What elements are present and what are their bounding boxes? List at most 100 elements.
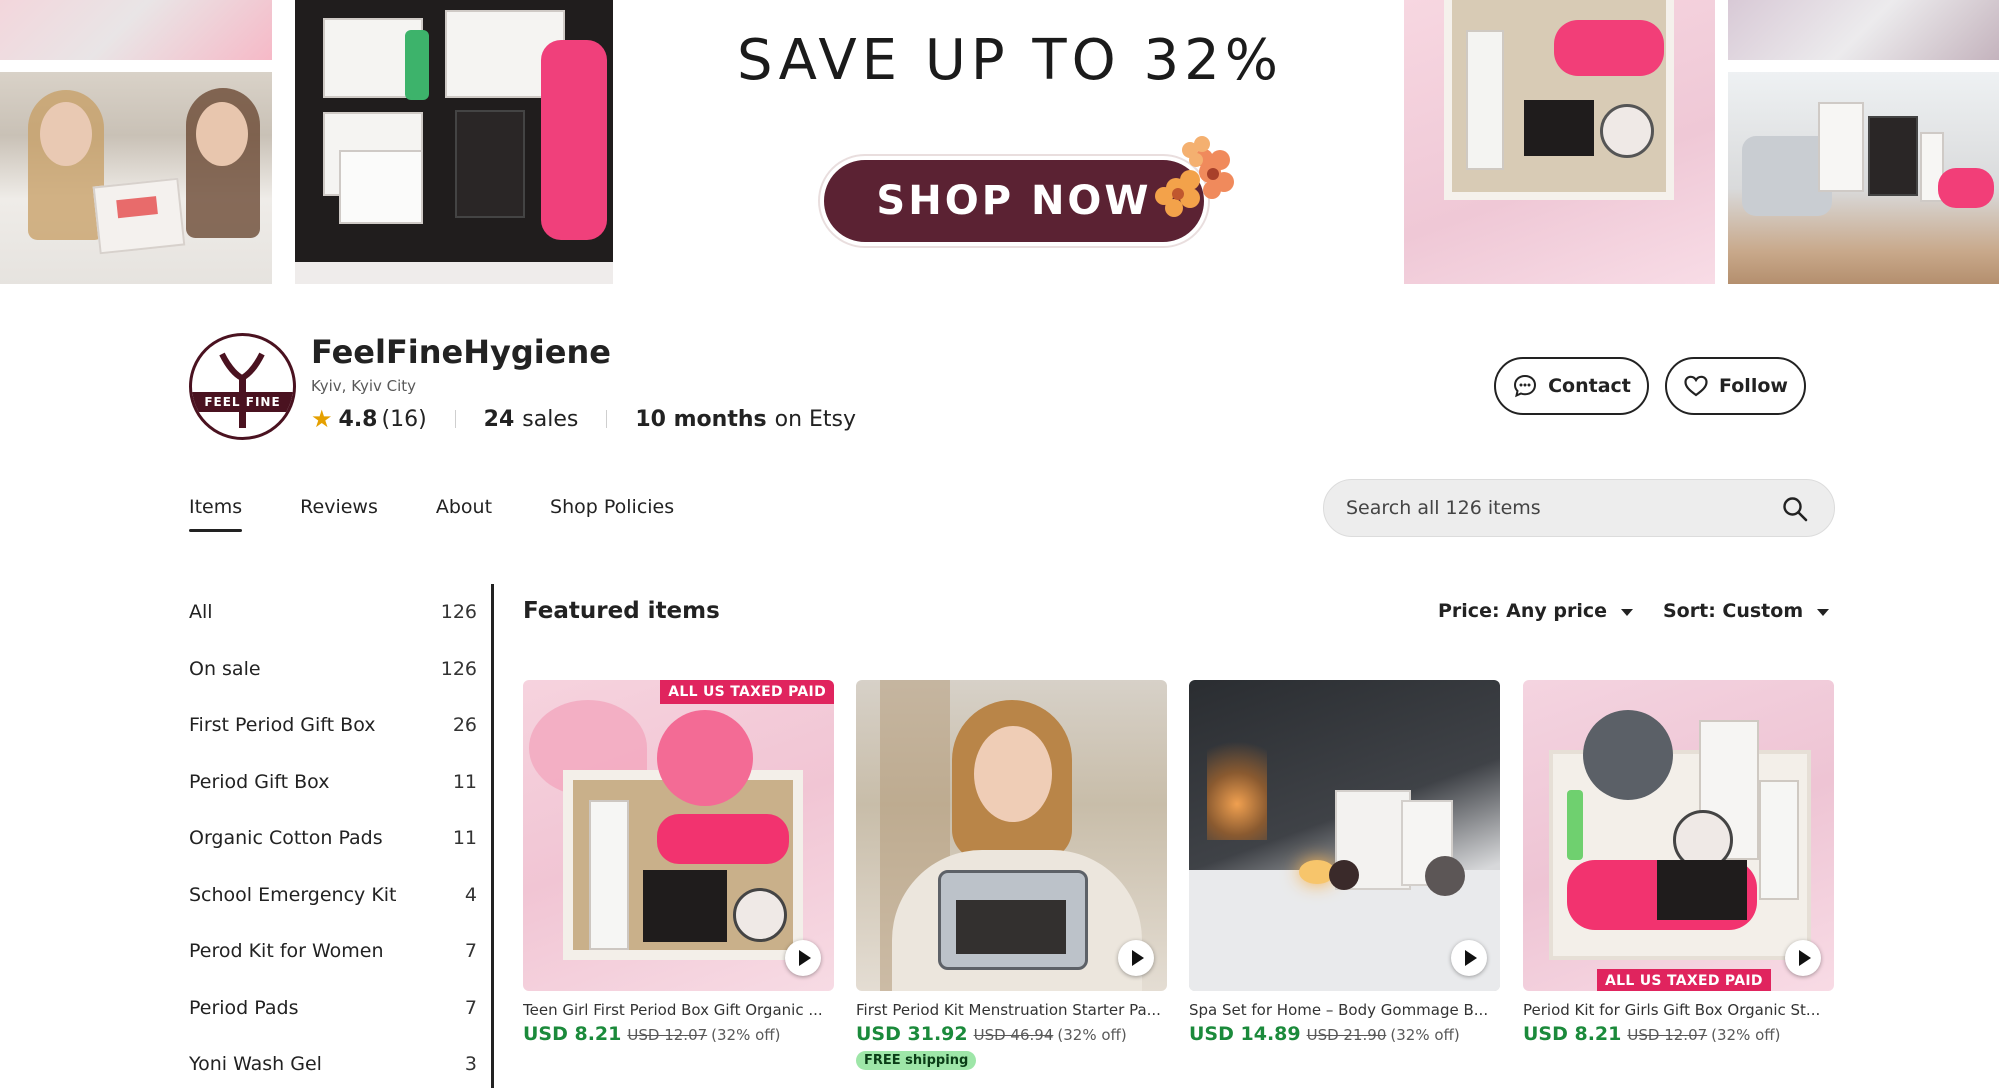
product-price-line: USD 8.21 USD 12.07 (32% off)	[523, 1023, 834, 1045]
shop-banner[interactable]: SAVE UP TO 32% SHOP NOW	[0, 0, 1999, 284]
contact-button-label: Contact	[1548, 375, 1631, 397]
sidebar-item-label: Perod Kit for Women	[189, 940, 384, 963]
product-price: USD 8.21	[1523, 1023, 1622, 1045]
sidebar-item-organic-cotton-pads[interactable]: Organic Cotton Pads 11	[189, 810, 477, 867]
shop-logo-icon	[192, 352, 293, 428]
product-price: USD 14.89	[1189, 1023, 1301, 1045]
search-input[interactable]	[1346, 480, 1766, 536]
shop-stats: ★ 4.8 (16) 24 sales 10 months on Etsy	[311, 403, 856, 435]
star-icon: ★	[311, 405, 333, 433]
sidebar-item-label: Period Pads	[189, 996, 299, 1019]
shop-sales-label: sales	[522, 406, 579, 432]
sidebar-item-count: 4	[464, 883, 477, 906]
sidebar-item-period-gift-box[interactable]: Period Gift Box 11	[189, 754, 477, 811]
product-discount: (32% off)	[1057, 1026, 1127, 1044]
sidebar-active-indicator	[491, 584, 494, 1088]
banner-photo-girls-with-box	[0, 72, 272, 284]
shop-name[interactable]: FeelFineHygiene	[311, 333, 611, 371]
price-filter-dropdown[interactable]: Price: Any price	[1438, 600, 1634, 622]
banner-photo-top-left	[0, 0, 272, 60]
sidebar-item-count: 7	[464, 940, 477, 963]
product-original-price: USD 46.94	[973, 1026, 1054, 1044]
product-title[interactable]: Period Kit for Girls Gift Box Organic St…	[1523, 1001, 1834, 1019]
shop-search-bar	[1323, 479, 1835, 537]
tab-items[interactable]: Items	[189, 496, 243, 532]
product-image[interactable]: ALL US TAXED PAID	[1523, 680, 1834, 991]
sidebar-item-label: On sale	[189, 657, 261, 680]
tab-about[interactable]: About	[436, 496, 492, 532]
sidebar-item-on-sale[interactable]: On sale 126	[189, 641, 477, 698]
product-price-line: USD 8.21 USD 12.07 (32% off)	[1523, 1023, 1834, 1045]
shop-tenure-suffix: on Etsy	[774, 406, 857, 432]
shop-tabs: Items Reviews About Shop Policies	[189, 496, 732, 532]
shop-tenure: 10 months	[635, 406, 767, 432]
product-price: USD 31.92	[856, 1023, 968, 1045]
product-title[interactable]: Spa Set for Home – Body Gommage B...	[1189, 1001, 1500, 1019]
search-icon[interactable]	[1781, 495, 1809, 523]
taxes-paid-badge: ALL US TAXED PAID	[660, 680, 834, 704]
flower-decoration-icon	[1155, 136, 1234, 217]
contact-button[interactable]: Contact	[1494, 357, 1649, 415]
banner-photo-pink-box	[1404, 0, 1715, 284]
sidebar-item-perod-kit-for-women[interactable]: Perod Kit for Women 7	[189, 923, 477, 980]
shop-location: Kyiv, Kyiv City	[311, 377, 417, 395]
play-video-icon[interactable]	[1118, 940, 1154, 976]
sidebar-item-label: School Emergency Kit	[189, 883, 397, 906]
caret-down-icon	[1621, 609, 1634, 616]
featured-items-heading: Featured items	[523, 598, 720, 624]
shop-rating[interactable]: 4.8	[339, 407, 378, 432]
sidebar-item-count: 126	[440, 657, 477, 680]
banner-headline: SAVE UP TO 32%	[737, 28, 1283, 93]
sidebar-item-count: 126	[440, 601, 477, 624]
play-video-icon[interactable]	[1451, 940, 1487, 976]
tab-shop-policies[interactable]: Shop Policies	[550, 496, 674, 532]
product-image[interactable]: ALL US TAXED PAID	[523, 680, 834, 991]
tab-reviews[interactable]: Reviews	[300, 496, 378, 532]
sidebar-item-label: Period Gift Box	[189, 770, 330, 793]
follow-button-label: Follow	[1719, 375, 1788, 397]
sort-label: Sort: Custom	[1663, 600, 1804, 622]
free-shipping-badge: FREE shipping	[856, 1051, 977, 1070]
product-discount: (32% off)	[711, 1026, 781, 1044]
product-title[interactable]: Teen Girl First Period Box Gift Organic …	[523, 1001, 834, 1019]
heart-icon	[1684, 375, 1708, 397]
banner-photo-kit-on-table	[1728, 72, 1999, 284]
price-filter-label: Price: Any price	[1438, 600, 1608, 622]
product-card[interactable]: ALL US TAXED PAID Teen Girl First Period…	[523, 680, 834, 1045]
stats-divider	[606, 410, 608, 428]
shop-logo[interactable]: FEEL FINE	[189, 333, 296, 440]
sidebar-item-label: Yoni Wash Gel	[189, 1053, 322, 1076]
taxes-paid-badge: ALL US TAXED PAID	[1597, 969, 1771, 991]
shop-rating-count[interactable]: (16)	[382, 407, 427, 432]
play-video-icon[interactable]	[1785, 940, 1821, 976]
sidebar-item-first-period-gift-box[interactable]: First Period Gift Box 26	[189, 697, 477, 754]
sidebar-item-yoni-wash-gel[interactable]: Yoni Wash Gel 3	[189, 1036, 477, 1088]
caret-down-icon	[1817, 609, 1830, 616]
section-sidebar: All 126 On sale 126 First Period Gift Bo…	[189, 584, 477, 1088]
play-video-icon[interactable]	[785, 940, 821, 976]
sidebar-item-count: 7	[464, 996, 477, 1019]
sidebar-item-label: All	[189, 601, 213, 624]
product-card[interactable]: Spa Set for Home – Body Gommage B... USD…	[1189, 680, 1500, 1045]
sidebar-item-count: 26	[452, 714, 477, 737]
sort-dropdown[interactable]: Sort: Custom	[1663, 600, 1830, 622]
product-title[interactable]: First Period Kit Menstruation Starter Pa…	[856, 1001, 1167, 1019]
product-discount: (32% off)	[1390, 1026, 1460, 1044]
product-card[interactable]: First Period Kit Menstruation Starter Pa…	[856, 680, 1167, 1070]
sidebar-item-count: 11	[452, 827, 477, 850]
shop-sales-count: 24	[483, 406, 515, 432]
product-image[interactable]	[856, 680, 1167, 991]
product-price: USD 8.21	[523, 1023, 622, 1045]
sidebar-item-school-emergency-kit[interactable]: School Emergency Kit 4	[189, 867, 477, 924]
banner-photo-top-right	[1728, 0, 1999, 60]
chat-icon	[1514, 374, 1537, 398]
product-card[interactable]: ALL US TAXED PAID Period Kit for Girls G…	[1523, 680, 1834, 1045]
follow-button[interactable]: Follow	[1665, 357, 1806, 415]
sidebar-item-period-pads[interactable]: Period Pads 7	[189, 980, 477, 1037]
product-price-line: USD 14.89 USD 21.90 (32% off)	[1189, 1023, 1500, 1045]
product-original-price: USD 21.90	[1306, 1026, 1387, 1044]
stats-divider	[454, 410, 456, 428]
product-price-line: USD 31.92 USD 46.94 (32% off)	[856, 1023, 1167, 1045]
product-image[interactable]	[1189, 680, 1500, 991]
sidebar-item-all[interactable]: All 126	[189, 584, 477, 641]
